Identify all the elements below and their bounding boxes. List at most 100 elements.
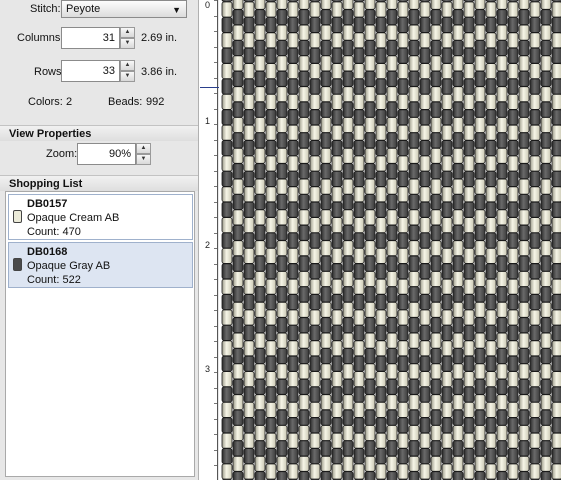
- bead-cream[interactable]: [375, 1, 387, 18]
- bead-cream[interactable]: [221, 124, 233, 141]
- bead-gray[interactable]: [441, 78, 453, 95]
- bead-gray[interactable]: [518, 132, 530, 149]
- bead-gray[interactable]: [430, 224, 442, 241]
- bead-gray[interactable]: [485, 355, 497, 372]
- bead-cream[interactable]: [397, 94, 409, 110]
- bead-cream[interactable]: [463, 124, 475, 141]
- bead-cream[interactable]: [221, 63, 233, 79]
- bead-cream[interactable]: [540, 55, 552, 72]
- bead-cream[interactable]: [496, 55, 508, 72]
- bead-gray[interactable]: [342, 194, 354, 210]
- bead-gray[interactable]: [452, 471, 464, 480]
- bead-cream[interactable]: [452, 332, 464, 349]
- bead-cream[interactable]: [364, 178, 376, 195]
- bead-gray[interactable]: [507, 78, 519, 95]
- bead-gray[interactable]: [320, 132, 332, 149]
- bead-gray[interactable]: [375, 386, 387, 403]
- bead-gray[interactable]: [507, 263, 519, 280]
- bead-cream[interactable]: [452, 117, 464, 133]
- bead-gray[interactable]: [353, 294, 365, 311]
- bead-cream[interactable]: [276, 209, 288, 226]
- bead-cream[interactable]: [507, 309, 519, 326]
- bead-gray[interactable]: [320, 348, 332, 364]
- bead-gray[interactable]: [463, 448, 475, 465]
- bead-cream[interactable]: [452, 0, 464, 10]
- bead-gray[interactable]: [430, 163, 442, 180]
- bead-gray[interactable]: [408, 101, 420, 118]
- bead-gray[interactable]: [375, 16, 387, 33]
- bead-cream[interactable]: [397, 1, 409, 18]
- bead-cream[interactable]: [430, 0, 442, 10]
- bead-gray[interactable]: [221, 294, 233, 311]
- bead-gray[interactable]: [419, 386, 431, 403]
- bead-gray[interactable]: [265, 16, 277, 33]
- bead-gray[interactable]: [474, 70, 486, 87]
- bead-gray[interactable]: [287, 170, 299, 187]
- bead-gray[interactable]: [276, 409, 288, 426]
- bead-cream[interactable]: [529, 463, 541, 480]
- bead-gray[interactable]: [331, 294, 343, 311]
- bead-cream[interactable]: [342, 178, 354, 195]
- bead-gray[interactable]: [397, 78, 409, 95]
- bead-gray[interactable]: [298, 348, 310, 364]
- bead-cream[interactable]: [309, 217, 321, 234]
- bead-cream[interactable]: [331, 371, 343, 388]
- bead-cream[interactable]: [518, 55, 530, 72]
- bead-gray[interactable]: [463, 263, 475, 280]
- bead-gray[interactable]: [529, 0, 541, 2]
- bead-cream[interactable]: [496, 363, 508, 380]
- bead-cream[interactable]: [463, 432, 475, 449]
- bead-cream[interactable]: [298, 24, 310, 41]
- bead-cream[interactable]: [243, 124, 255, 141]
- bead-cream[interactable]: [419, 63, 431, 79]
- bead-cream[interactable]: [551, 371, 561, 387]
- bead-gray[interactable]: [353, 16, 365, 33]
- bead-gray[interactable]: [485, 417, 497, 434]
- bead-cream[interactable]: [529, 94, 541, 110]
- bead-cream[interactable]: [221, 278, 233, 295]
- bead-cream[interactable]: [276, 178, 288, 195]
- bead-gray[interactable]: [309, 78, 321, 95]
- bead-cream[interactable]: [232, 0, 244, 10]
- bead-gray[interactable]: [298, 378, 310, 395]
- bead-gray[interactable]: [419, 355, 431, 372]
- bead-gray[interactable]: [265, 448, 277, 465]
- bead-gray[interactable]: [529, 232, 541, 249]
- bead-cream[interactable]: [331, 155, 343, 172]
- bead-gray[interactable]: [232, 70, 244, 87]
- bead-cream[interactable]: [232, 117, 244, 133]
- bead-cream[interactable]: [298, 117, 310, 133]
- bead-cream[interactable]: [485, 1, 497, 18]
- bead-cream[interactable]: [551, 94, 561, 110]
- bead-cream[interactable]: [474, 455, 486, 472]
- bead-gray[interactable]: [320, 471, 332, 480]
- bead-gray[interactable]: [419, 78, 431, 95]
- bead-gray[interactable]: [474, 101, 486, 118]
- rows-decrement-icon[interactable]: ▼: [120, 71, 135, 82]
- bead-cream[interactable]: [485, 371, 497, 388]
- bead-cream[interactable]: [430, 55, 442, 72]
- bead-cream[interactable]: [254, 455, 266, 472]
- bead-gray[interactable]: [507, 0, 519, 2]
- bead-gray[interactable]: [254, 224, 266, 241]
- bead-cream[interactable]: [364, 271, 376, 287]
- bead-gray[interactable]: [397, 170, 409, 187]
- zoom-decrement-icon[interactable]: ▼: [136, 154, 151, 165]
- bead-gray[interactable]: [430, 70, 442, 87]
- bead-gray[interactable]: [386, 440, 398, 457]
- bead-cream[interactable]: [254, 332, 266, 349]
- bead-cream[interactable]: [221, 340, 233, 357]
- bead-gray[interactable]: [353, 0, 365, 2]
- bead-cream[interactable]: [529, 309, 541, 326]
- bead-cream[interactable]: [452, 271, 464, 287]
- bead-gray[interactable]: [375, 109, 387, 126]
- bead-gray[interactable]: [254, 440, 266, 457]
- bead-cream[interactable]: [276, 363, 288, 380]
- bead-cream[interactable]: [397, 63, 409, 79]
- bead-cream[interactable]: [540, 271, 552, 287]
- bead-gray[interactable]: [485, 448, 497, 465]
- bead-gray[interactable]: [485, 294, 497, 311]
- bead-cream[interactable]: [507, 94, 519, 110]
- bead-gray[interactable]: [254, 194, 266, 210]
- bead-gray[interactable]: [452, 286, 464, 303]
